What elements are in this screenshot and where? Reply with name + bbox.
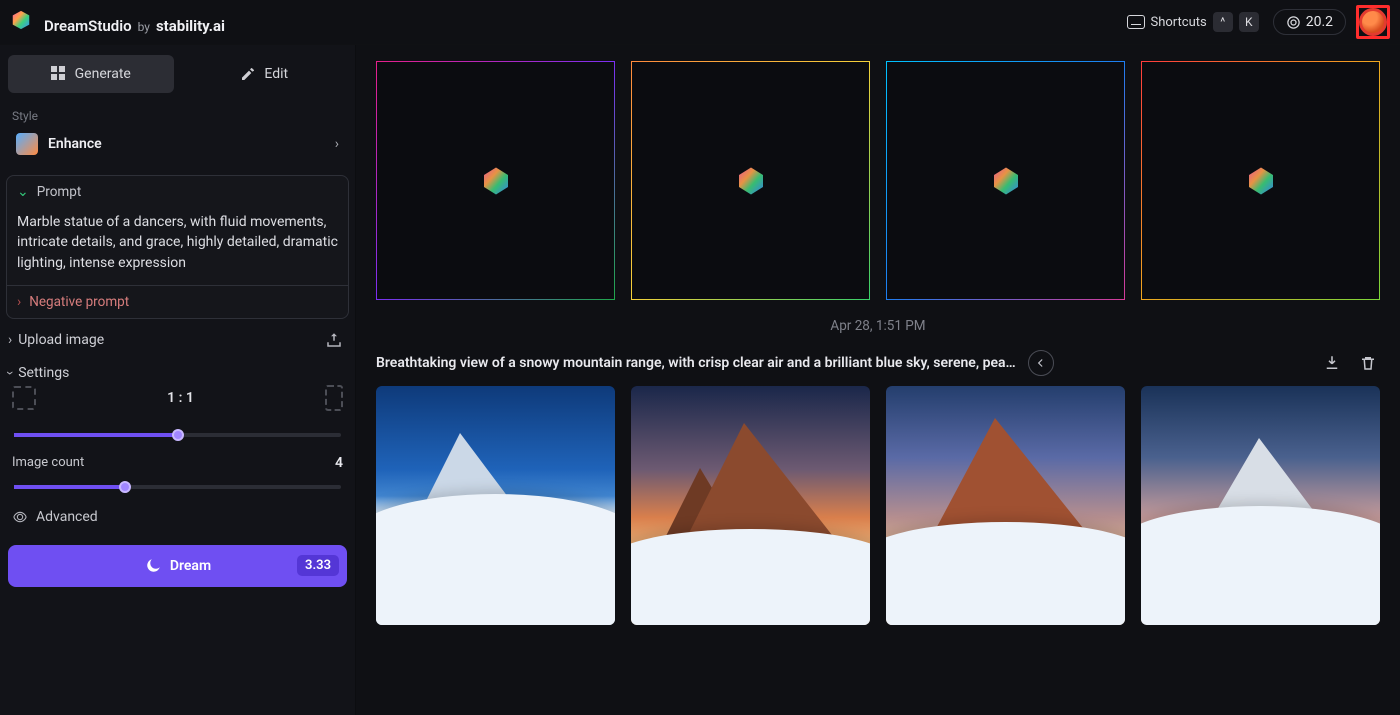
history-prompt-text: Breathtaking view of a snowy mountain ra… [376,355,1016,371]
dream-cost-badge: 3.33 [297,555,339,576]
top-bar: DreamStudio by stability.ai Shortcuts ^ … [0,0,1400,45]
result-thumbnail[interactable] [886,386,1125,625]
generating-grid [376,61,1380,300]
image-count-row: Image count 4 [0,441,355,471]
chevron-right-icon: › [17,294,21,310]
user-avatar[interactable] [1359,8,1387,36]
generating-slot [376,61,615,300]
pencil-icon [240,66,256,82]
result-thumbnail[interactable] [1141,386,1380,625]
dream-label: Dream [170,558,211,574]
style-swatch-icon [16,133,38,155]
download-batch-button[interactable] [1320,351,1344,375]
aspect-ratio-value: 1 : 1 [36,390,325,406]
shortcuts-label: Shortcuts [1151,15,1207,30]
tab-edit[interactable]: Edit [182,55,348,93]
tab-edit-label: Edit [264,66,288,82]
tab-generate[interactable]: Generate [8,55,174,93]
image-count-slider[interactable] [0,471,355,493]
brand-vendor: stability.ai [156,17,225,35]
result-thumbnail[interactable] [631,386,870,625]
brand-name: DreamStudio [44,17,132,35]
aspect-landscape-icon[interactable] [12,386,36,410]
upload-image-row[interactable]: › Upload image [0,319,355,361]
spinner-icon [988,163,1024,199]
history-timestamp: Apr 28, 1:51 PM [376,318,1380,334]
style-selected: Enhance [48,136,325,152]
upload-icon [325,331,343,349]
result-thumbnail[interactable] [376,386,615,625]
main-split: Generate Edit Style Enhance › ⌄ Prompt M… [0,45,1400,715]
chevron-right-icon: › [8,332,12,348]
negative-prompt-title: Negative prompt [29,294,129,310]
history-grid [376,386,1380,625]
spinner-icon [478,163,514,199]
sidebar: Generate Edit Style Enhance › ⌄ Prompt M… [0,45,356,715]
shortcut-key-2: K [1239,12,1259,32]
logo-hex-icon [10,9,32,31]
chevron-down-icon: ⌄ [17,184,29,200]
credits-value: 20.2 [1306,14,1333,30]
generating-slot [631,61,870,300]
grid-icon [51,66,67,82]
eye-icon [12,509,28,525]
arrow-left-icon [1034,356,1048,370]
prompt-textarea[interactable]: Marble statue of a dancers, with fluid m… [7,208,348,285]
avatar-highlight [1356,5,1390,39]
settings-row[interactable]: › Settings [0,361,355,385]
negative-prompt-header[interactable]: › Negative prompt [7,285,348,318]
advanced-toggle[interactable]: Advanced [0,493,355,539]
reuse-prompt-button[interactable] [1028,350,1054,376]
download-icon [1323,354,1341,372]
style-section-label: Style [0,103,355,125]
style-selector[interactable]: Enhance › [6,125,349,163]
moon-icon [144,557,162,575]
tab-generate-label: Generate [75,66,131,82]
mode-tabs: Generate Edit [0,45,355,103]
aspect-portrait-icon[interactable] [325,385,343,411]
advanced-label: Advanced [36,509,98,525]
shortcut-key-1: ^ [1213,12,1233,32]
brand-logo[interactable]: DreamStudio by stability.ai [10,9,225,35]
spinner-icon [733,163,769,199]
delete-batch-button[interactable] [1356,351,1380,375]
prompt-header[interactable]: ⌄ Prompt [7,176,348,208]
prompt-block: ⌄ Prompt Marble statue of a dancers, wit… [6,175,349,319]
image-count-value: 4 [335,455,343,471]
aspect-slider[interactable] [0,411,355,441]
canvas-area: Apr 28, 1:51 PM Breathtaking view of a s… [356,45,1400,715]
settings-label: Settings [18,365,343,381]
brand-by: by [138,20,150,34]
trash-icon [1359,354,1377,372]
dream-button[interactable]: Dream 3.33 [8,545,347,587]
prompt-title: Prompt [37,184,82,200]
aspect-ratio-row: 1 : 1 [0,385,355,411]
chevron-right-icon: › [335,136,339,152]
history-header: Breathtaking view of a snowy mountain ra… [376,350,1380,376]
generating-slot [1141,61,1380,300]
image-count-label: Image count [12,455,84,470]
generating-slot [886,61,1125,300]
credits-pill[interactable]: 20.2 [1273,9,1346,35]
keyboard-icon [1127,15,1145,29]
spinner-icon [1243,163,1279,199]
credits-icon [1286,15,1301,30]
shortcuts-button[interactable]: Shortcuts ^ K [1123,10,1263,34]
upload-image-label: Upload image [18,332,325,348]
chevron-down-icon: › [2,371,18,375]
